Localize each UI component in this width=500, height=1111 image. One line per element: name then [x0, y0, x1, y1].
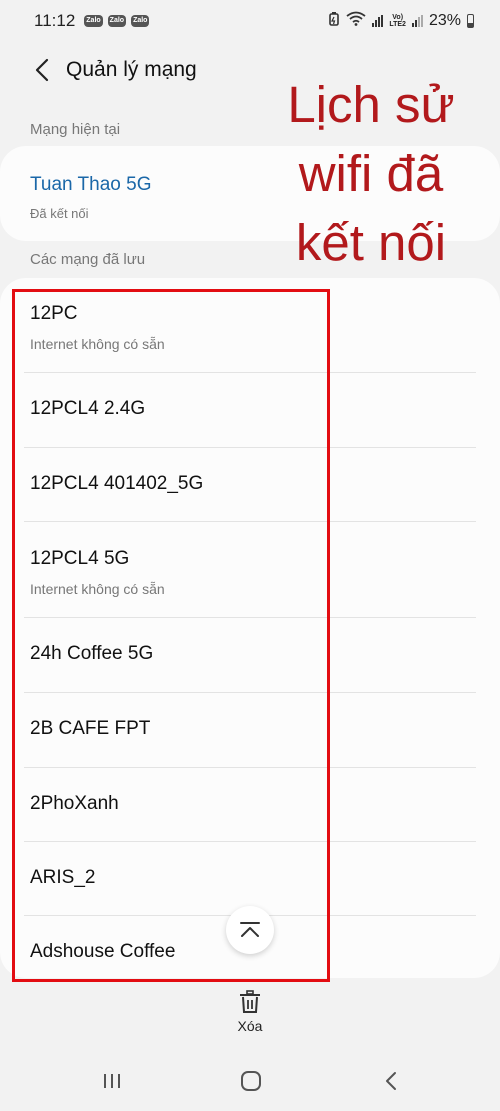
list-item[interactable]: 2PhoXanh [0, 768, 500, 842]
network-name: ARIS_2 [30, 867, 96, 888]
list-item[interactable]: 12PC Internet không có sẵn [0, 278, 500, 372]
list-item[interactable]: ARIS_2 [0, 842, 500, 916]
battery-saver-icon [328, 11, 340, 31]
delete-label: Xóa [237, 1018, 263, 1034]
signal-2-icon [411, 15, 423, 27]
status-bar: 11:12 Zalo Zalo Zalo Vo) LTE2 23% [0, 0, 500, 42]
network-name: 12PCL4 401402_5G [30, 473, 204, 494]
network-name: Adshouse Coffee [30, 941, 176, 962]
trash-icon [240, 990, 260, 1013]
zalo-notification-icon: Zalo [131, 15, 150, 27]
page-title: Quản lý mạng [66, 58, 197, 81]
status-left: 11:12 Zalo Zalo Zalo [34, 11, 150, 31]
recents-icon [104, 1074, 120, 1088]
back-button[interactable] [22, 52, 62, 88]
zalo-notification-icon: Zalo [84, 15, 103, 27]
current-network-name: Tuan Thao 5G [30, 174, 152, 195]
back-nav-icon [386, 1072, 396, 1090]
network-status: Internet không có sẵn [30, 336, 165, 352]
signal-icon [372, 15, 384, 27]
battery-percent: 23% [428, 12, 461, 29]
current-network-status: Đã kết nối [30, 206, 89, 221]
zalo-notification-icon: Zalo [107, 15, 127, 27]
recents-button[interactable] [90, 1064, 134, 1098]
home-button[interactable] [229, 1064, 273, 1098]
scroll-to-top-button[interactable] [226, 906, 274, 954]
status-right: Vo) LTE2 23% [328, 11, 474, 31]
network-status: Internet không có sẵn [30, 581, 165, 597]
delete-button[interactable]: Xóa [210, 990, 290, 1042]
status-time: 11:12 [34, 11, 76, 30]
annotation-text: Lịch sử wifi đã kết nối [287, 76, 455, 271]
network-name: 2B CAFE FPT [30, 718, 151, 739]
saved-networks-list: 12PC Internet không có sẵn 12PCL4 2.4G 1… [0, 278, 500, 978]
scroll-top-icon [240, 922, 260, 937]
saved-networks-section-label: Các mạng đã lưu [30, 251, 146, 268]
network-name: 2PhoXanh [30, 793, 119, 814]
network-name: 12PCL4 5G [30, 548, 130, 569]
chevron-left-icon [35, 58, 49, 82]
wifi-icon [346, 11, 366, 31]
back-nav-button[interactable] [369, 1064, 413, 1098]
system-nav-bar [0, 1050, 500, 1111]
network-name: 12PC [30, 303, 78, 324]
current-network-section-label: Mạng hiện tại [30, 121, 121, 138]
list-item[interactable]: 24h Coffee 5G [0, 618, 500, 692]
network-name: 12PCL4 2.4G [30, 398, 146, 419]
list-item[interactable]: 12PCL4 401402_5G [0, 448, 500, 522]
battery-icon [467, 14, 474, 28]
network-name: 24h Coffee 5G [30, 643, 154, 664]
volte-lte-label: Vo) LTE2 [389, 14, 406, 28]
list-item[interactable]: 12PCL4 5G Internet không có sẵn [0, 522, 500, 617]
home-icon [241, 1071, 261, 1091]
list-item[interactable]: 12PCL4 2.4G [0, 373, 500, 447]
list-item[interactable]: 2B CAFE FPT [0, 693, 500, 767]
